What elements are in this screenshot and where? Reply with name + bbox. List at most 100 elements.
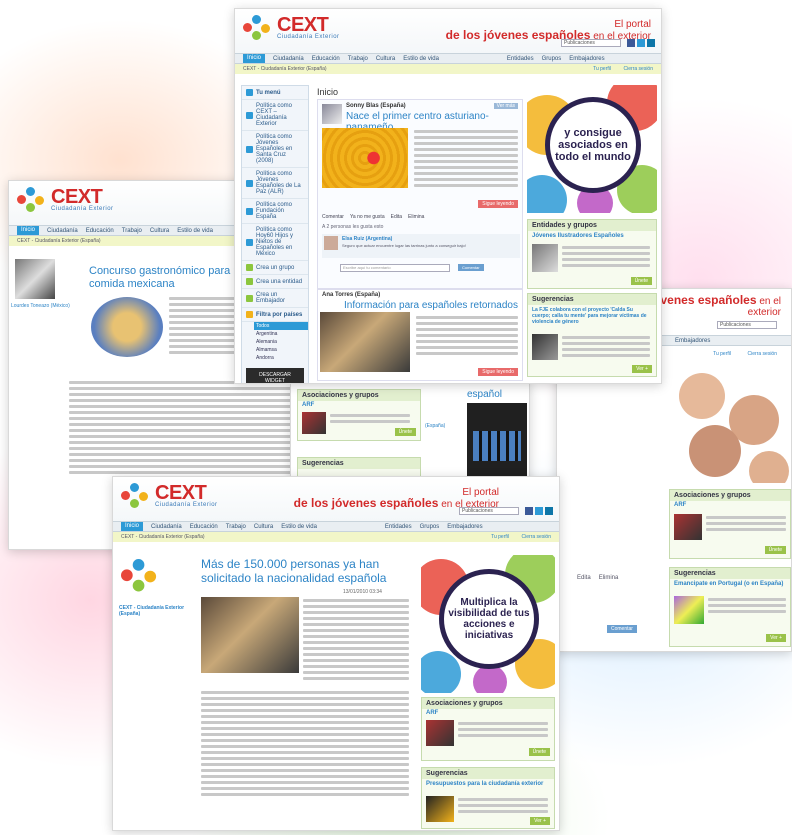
suggestion-title[interactable]: Emancipate en Portugal (o en España) <box>670 579 790 589</box>
author-name[interactable]: Lourdes Toneazo (México) <box>11 303 81 309</box>
site-logo[interactable]: CEXT Ciudadanía Exterior <box>243 15 340 41</box>
nav-item-grupos[interactable]: Grupos <box>542 56 562 62</box>
search-select[interactable]: Publicaciones <box>459 507 519 515</box>
breadcrumb[interactable]: CEXT - Ciudadanía Exterior (España) <box>121 534 205 540</box>
facebook-icon[interactable] <box>627 39 635 47</box>
linkedin-icon[interactable] <box>647 39 655 47</box>
nav-item-entidades[interactable]: Entidades <box>385 524 412 530</box>
nav-item-embajadores[interactable]: Embajadores <box>447 524 482 530</box>
filter-item[interactable]: Andorra <box>254 354 308 362</box>
filter-item[interactable]: Alemania <box>254 338 308 346</box>
twitter-icon[interactable] <box>637 39 645 47</box>
nav-item-trabajo[interactable]: Trabajo <box>226 524 246 530</box>
search-select[interactable]: Publicaciones <box>717 321 777 329</box>
see-more-button[interactable]: Ver + <box>766 634 786 642</box>
join-group-button[interactable]: Únete <box>764 546 786 554</box>
nav-item-trabajo[interactable]: Trabajo <box>348 56 368 62</box>
edit-link[interactable]: Edita <box>577 575 591 581</box>
widget-download-button[interactable]: DESCARGAR WIDGET <box>246 368 304 383</box>
sidebar-item-fundacion[interactable]: Política como Fundación España <box>242 199 308 224</box>
read-more-button[interactable]: Sigue leyendo <box>478 200 518 208</box>
profile-link[interactable]: Tu perfil <box>491 534 509 540</box>
comment-link[interactable]: Comentar <box>322 214 344 220</box>
suggestion-title[interactable]: Presupuestos para la ciudadanía exterior <box>422 779 554 789</box>
site-logo[interactable]: CEXT Ciudadanía Exterior <box>121 483 218 509</box>
nav-item-ciudadania[interactable]: Ciudadanía <box>47 228 78 234</box>
nav-item-trabajo[interactable]: Trabajo <box>122 228 142 234</box>
doc-icon <box>246 207 253 215</box>
site-header: CEXT Ciudadanía Exterior El portal de lo… <box>113 477 559 521</box>
screenshot-card-bottom: CEXT Ciudadanía Exterior El portal de lo… <box>112 476 560 831</box>
group-name[interactable]: ARF <box>298 401 420 409</box>
nav-item-embajadores[interactable]: Embajadores <box>569 56 604 62</box>
logout-link[interactable]: Cierra sesión <box>748 351 777 357</box>
nav-item-grupos[interactable]: Grupos <box>420 524 440 530</box>
post-title[interactable]: Información para españoles retornados <box>344 300 518 311</box>
group-name[interactable]: ARF <box>670 501 790 509</box>
sidebar-item-mexico[interactable]: Política como Hoy60 Hijos y Nietos de Es… <box>242 224 308 261</box>
see-more-button[interactable]: Ver + <box>632 365 652 373</box>
unlike-link[interactable]: Ya no me gusta <box>350 214 385 220</box>
nav-item-embajadores[interactable]: Embajadores <box>675 338 710 344</box>
nav-item-inicio[interactable]: Inicio <box>121 522 144 531</box>
nav-item-cultura[interactable]: Cultura <box>150 228 169 234</box>
nav-item-estilo[interactable]: Estilo de vida <box>281 524 317 530</box>
site-logo[interactable]: CEXT Ciudadanía Exterior <box>17 187 114 213</box>
org-name[interactable]: CEXT - Ciudadanía Exterior (España) <box>119 605 191 617</box>
facebook-icon[interactable] <box>525 507 533 515</box>
filter-item-todos[interactable]: Todos <box>254 322 308 330</box>
nav-item-educacion[interactable]: Educación <box>190 524 218 530</box>
nav-item-estilo[interactable]: Estilo de vida <box>177 228 213 234</box>
article-title[interactable]: Más de 150.000 personas ya han solicitad… <box>201 557 411 585</box>
comment-author[interactable]: Elsa Ruiz (Argentina) <box>342 236 392 242</box>
comment-button[interactable]: Comentar <box>607 625 637 633</box>
post-card: Sonny Blas (España) Ver más Nace el prim… <box>317 99 523 289</box>
post-author[interactable]: Ana Torres (España) <box>322 292 380 298</box>
post-tag[interactable]: Ver más <box>493 103 518 109</box>
nav-item-inicio[interactable]: Inicio <box>17 226 40 235</box>
nav-item-estilo[interactable]: Estilo de vida <box>403 56 439 62</box>
join-group-button[interactable]: Únete <box>394 428 416 436</box>
filter-item[interactable]: Almamsa <box>254 346 308 354</box>
breadcrumb[interactable]: CEXT - Ciudadanía Exterior (España) <box>243 66 327 72</box>
plus-icon <box>246 264 253 271</box>
article-tag[interactable]: español <box>467 389 502 400</box>
create-entity-link[interactable]: Crea una entidad <box>242 275 308 289</box>
comment-input[interactable]: Escribe aquí tu comentario <box>340 264 450 272</box>
promo-banner[interactable]: y consigue asociados en todo el mundo <box>527 85 657 213</box>
nav-item-educacion[interactable]: Educación <box>86 228 114 234</box>
suggestion-title[interactable]: La FJE colabora con el proyecto 'Calda S… <box>528 305 656 327</box>
profile-link[interactable]: Tu perfil <box>713 351 731 357</box>
group-name[interactable]: ARF <box>422 709 554 717</box>
logout-link[interactable]: Cierra sesión <box>624 66 653 72</box>
entity-title[interactable]: Jóvenes Ilustradores Españoles <box>528 231 656 241</box>
join-group-button[interactable]: Únete <box>528 748 550 756</box>
sidebar-item-cext[interactable]: Política como CEXT – Ciudadanía Exterior <box>242 100 308 131</box>
filter-item[interactable]: Argentina <box>254 330 308 338</box>
sidebar-item-santa-cruz[interactable]: Política como Jóvenes Españoles en Santa… <box>242 131 308 168</box>
nav-item-inicio[interactable]: Inicio <box>243 54 266 63</box>
edit-link[interactable]: Edita <box>391 214 402 220</box>
nav-item-ciudadania[interactable]: Ciudadanía <box>151 524 182 530</box>
nav-item-ciudadania[interactable]: Ciudadanía <box>273 56 304 62</box>
nav-item-entidades[interactable]: Entidades <box>507 56 534 62</box>
search-select[interactable]: Publicaciones <box>561 39 621 47</box>
sidebar-item-la-paz[interactable]: Política como Jóvenes Españoles de La Pa… <box>242 168 308 199</box>
twitter-icon[interactable] <box>535 507 543 515</box>
logout-link[interactable]: Cierra sesión <box>522 534 551 540</box>
read-more-button[interactable]: Sigue leyendo <box>478 368 518 376</box>
post-author[interactable]: Sonny Blas (España) <box>346 103 406 109</box>
comment-submit-button[interactable]: Comentar <box>458 264 484 271</box>
see-more-button[interactable]: Ver + <box>530 817 550 825</box>
promo-banner[interactable]: Multiplica la visibilidad de tus accione… <box>421 555 555 693</box>
create-ambassador-link[interactable]: Crea un Embajador <box>242 289 308 308</box>
nav-item-cultura[interactable]: Cultura <box>254 524 273 530</box>
nav-item-educacion[interactable]: Educación <box>312 56 340 62</box>
join-entity-button[interactable]: Únete <box>630 277 652 285</box>
create-group-link[interactable]: Crea un grupo <box>242 261 308 275</box>
delete-link[interactable]: Elimina <box>408 214 424 220</box>
profile-link[interactable]: Tu perfil <box>593 66 611 72</box>
linkedin-icon[interactable] <box>545 507 553 515</box>
delete-link[interactable]: Elimina <box>599 575 619 581</box>
nav-item-cultura[interactable]: Cultura <box>376 56 395 62</box>
